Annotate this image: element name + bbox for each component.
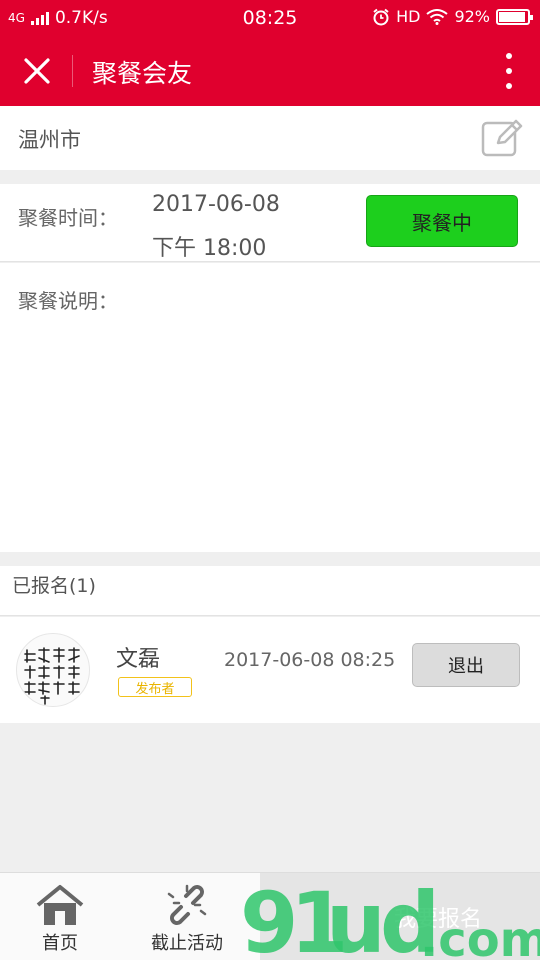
title-divider (72, 55, 73, 87)
home-icon (36, 885, 84, 925)
publisher-badge: 发布者 (118, 677, 192, 697)
page-title: 聚餐会友 (92, 59, 193, 88)
battery-icon (496, 8, 533, 25)
battery-fill (499, 11, 525, 22)
status-bar: 4G 0.7K/s 08:25 HD 92% (0, 0, 540, 36)
battery-percent: 92% (454, 7, 490, 26)
location-row: 温州市 (0, 106, 540, 170)
event-time-label: 聚餐时间： (18, 206, 118, 230)
edit-icon[interactable] (480, 116, 524, 160)
event-date: 2017-06-08 (152, 192, 280, 217)
bottom-nav: 首页 截止活动 我要报名 (0, 872, 540, 960)
broken-link-icon (167, 884, 207, 925)
avatar (16, 633, 90, 707)
event-time: 下午 18:00 (152, 236, 267, 261)
list-item: 文磊 发布者 2017-06-08 08:25 退出 (0, 617, 540, 723)
alarm-icon (373, 8, 389, 25)
more-vertical-icon[interactable] (496, 53, 522, 89)
quit-button[interactable]: 退出 (412, 643, 520, 687)
member-signup-time: 2017-06-08 08:25 (224, 649, 396, 671)
event-status-button[interactable]: 聚餐中 (366, 195, 518, 247)
nav-home[interactable]: 首页 (18, 873, 102, 960)
event-time-row: 聚餐时间： 2017-06-08 下午 18:00 聚餐中 (0, 184, 540, 262)
nav-stop-label: 截止活动 (151, 933, 223, 954)
event-description-label: 聚餐说明： (18, 289, 118, 313)
signup-label: 我要报名 (394, 907, 483, 932)
calligraphy-avatar-icon (24, 647, 80, 705)
city-name: 温州市 (18, 128, 81, 152)
nav-home-label: 首页 (42, 933, 78, 954)
title-bar: 聚餐会友 (0, 36, 540, 106)
status-right: HD 92% (372, 7, 533, 26)
event-description-box: 聚餐说明： (0, 263, 540, 552)
hd-indicator: HD (396, 7, 421, 26)
signup-button[interactable]: 我要报名 (260, 873, 540, 960)
signed-up-count: 已报名(1) (12, 575, 96, 597)
member-name: 文磊 (116, 647, 161, 672)
nav-stop-activity[interactable]: 截止活动 (140, 873, 234, 960)
wifi-icon (426, 8, 449, 25)
close-icon[interactable] (18, 52, 56, 90)
signed-up-header: 已报名(1) (0, 566, 540, 616)
